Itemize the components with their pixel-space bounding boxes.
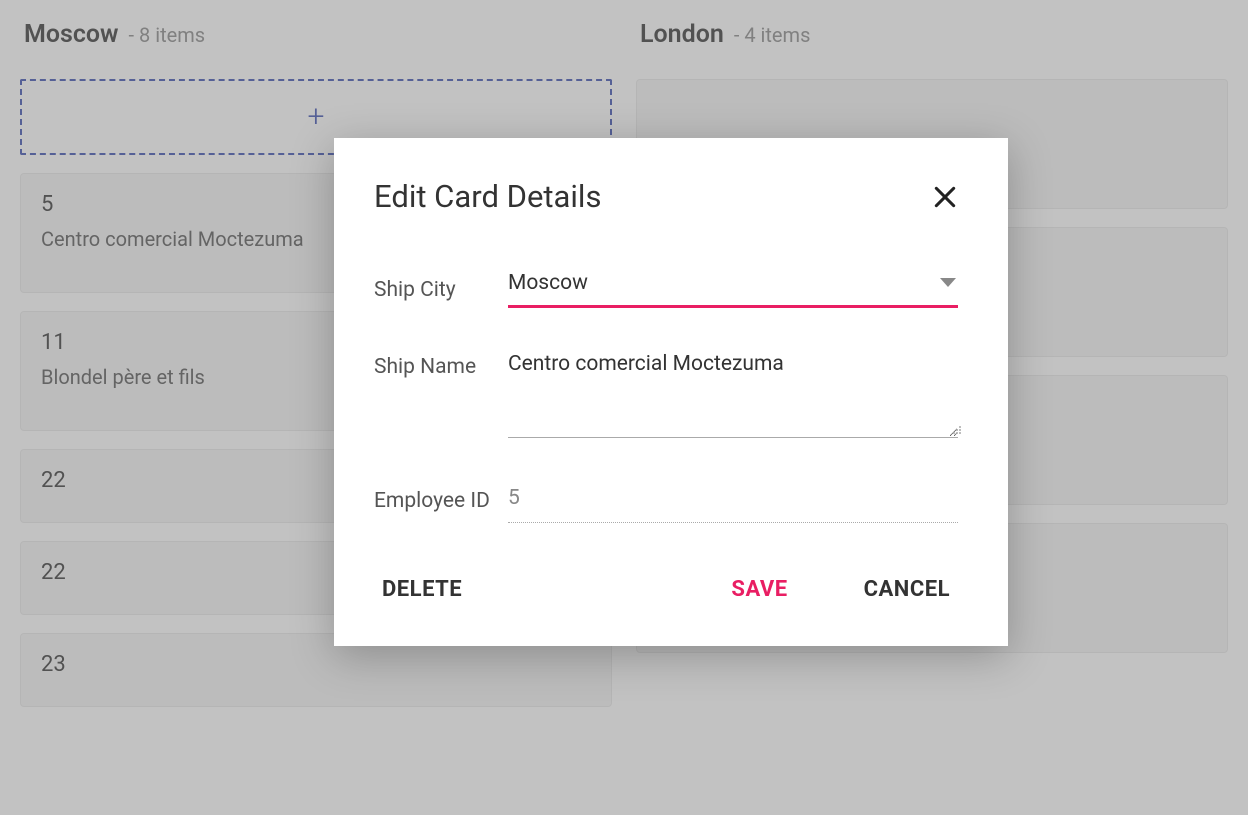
dialog-actions: DELETE SAVE CANCEL: [374, 573, 958, 606]
chevron-down-icon: [938, 274, 958, 293]
delete-button[interactable]: DELETE: [374, 573, 470, 606]
dialog-header: Edit Card Details: [374, 178, 958, 215]
ship-city-value: Moscow: [508, 271, 588, 295]
field-row-ship-name: Ship Name: [374, 348, 958, 442]
field-row-employee-id: Employee ID: [374, 482, 958, 523]
edit-card-dialog: Edit Card Details Ship City Moscow Ship …: [334, 138, 1008, 646]
ship-name-input[interactable]: [508, 348, 958, 438]
close-icon[interactable]: [932, 184, 958, 210]
employee-id-input: [508, 482, 958, 523]
employee-id-label: Employee ID: [374, 482, 508, 516]
cancel-button[interactable]: CANCEL: [856, 573, 958, 606]
field-row-ship-city: Ship City Moscow: [374, 271, 958, 308]
ship-city-select[interactable]: Moscow: [508, 271, 958, 308]
save-button[interactable]: SAVE: [723, 573, 795, 606]
dialog-title: Edit Card Details: [374, 178, 601, 215]
ship-city-label: Ship City: [374, 271, 508, 305]
ship-name-label: Ship Name: [374, 348, 508, 382]
